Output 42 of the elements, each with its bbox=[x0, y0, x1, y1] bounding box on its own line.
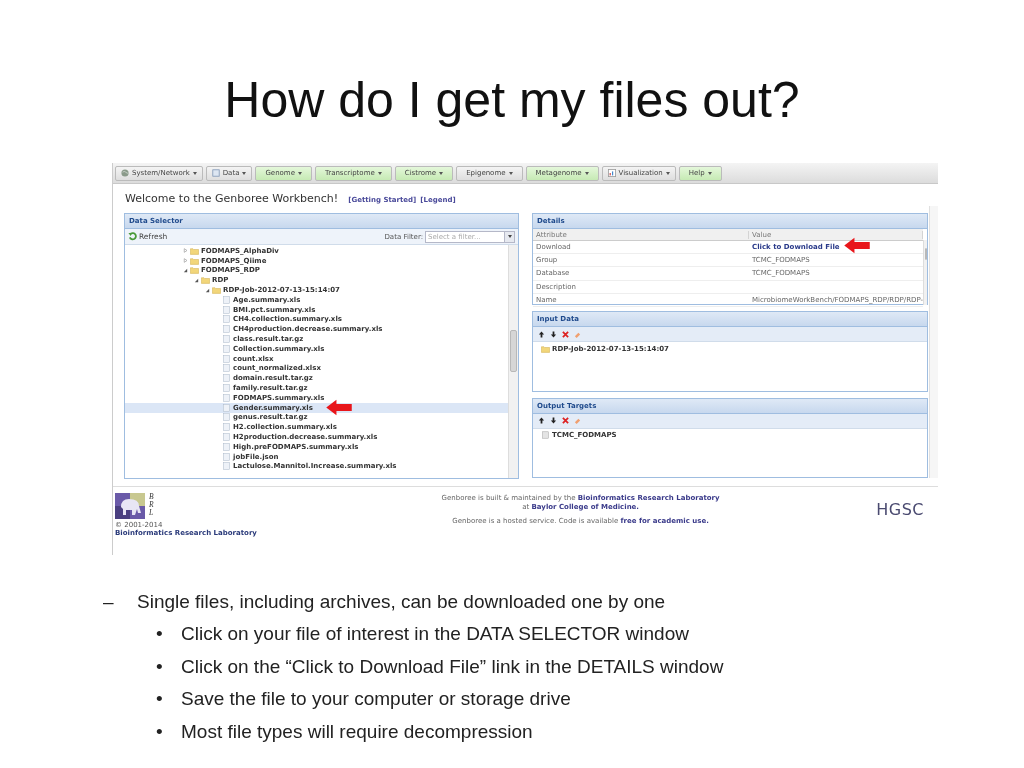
bullet-marker: – bbox=[103, 591, 115, 614]
bullet-text: Single files, including archives, can be downloaded one by one bbox=[137, 591, 666, 614]
down-arrow-icon[interactable] bbox=[550, 417, 557, 424]
bullet-text: Click on the “Click to Download File” link in the DETAILS window bbox=[181, 655, 724, 679]
globe-icon bbox=[121, 169, 129, 177]
up-arrow-icon[interactable] bbox=[538, 417, 545, 424]
folder-icon bbox=[541, 344, 550, 353]
database-icon bbox=[541, 431, 550, 439]
elephant-logo-icon bbox=[115, 493, 145, 519]
scrollbar[interactable] bbox=[508, 245, 518, 478]
bullet-marker: • bbox=[156, 720, 164, 744]
expanded-arrow-icon[interactable] bbox=[183, 268, 188, 273]
chart-icon bbox=[607, 169, 616, 177]
caret-icon bbox=[242, 171, 247, 175]
caret-icon bbox=[584, 171, 589, 175]
slide-title: How do I get my files out? bbox=[223, 71, 801, 130]
caret-icon bbox=[439, 171, 444, 175]
caret-icon bbox=[377, 171, 382, 175]
down-arrow-icon[interactable] bbox=[550, 330, 557, 338]
up-arrow-icon[interactable] bbox=[538, 330, 545, 338]
bullet-marker: • bbox=[156, 688, 164, 711]
welcome-heading: Welcome to the Genboree Workbench! bbox=[125, 192, 339, 205]
dropdown-button[interactable] bbox=[504, 230, 515, 243]
delete-icon[interactable] bbox=[562, 330, 569, 338]
caret-icon bbox=[298, 171, 302, 175]
bullet-text: Most file types will require decompression bbox=[181, 720, 533, 744]
pointer-arrow bbox=[325, 399, 353, 416]
bullet-text: Click on your file of interest in the DATA SELECTOR window bbox=[181, 623, 689, 646]
caret-icon bbox=[508, 171, 513, 175]
partner-logo: HGSC bbox=[876, 500, 924, 519]
refresh-icon bbox=[128, 232, 137, 241]
scrollbar[interactable] bbox=[929, 206, 938, 478]
bullet-marker: • bbox=[156, 623, 164, 646]
bullet-text: Save the file to your computer or storage drive bbox=[181, 688, 571, 711]
caret-icon bbox=[192, 171, 197, 175]
caret-icon bbox=[707, 171, 712, 175]
bullet-marker: • bbox=[156, 655, 164, 679]
box-icon bbox=[211, 169, 220, 177]
delete-icon[interactable] bbox=[562, 417, 569, 424]
pointer-arrow bbox=[843, 237, 871, 254]
scrollbar[interactable] bbox=[923, 240, 927, 305]
caret-icon bbox=[665, 171, 670, 175]
